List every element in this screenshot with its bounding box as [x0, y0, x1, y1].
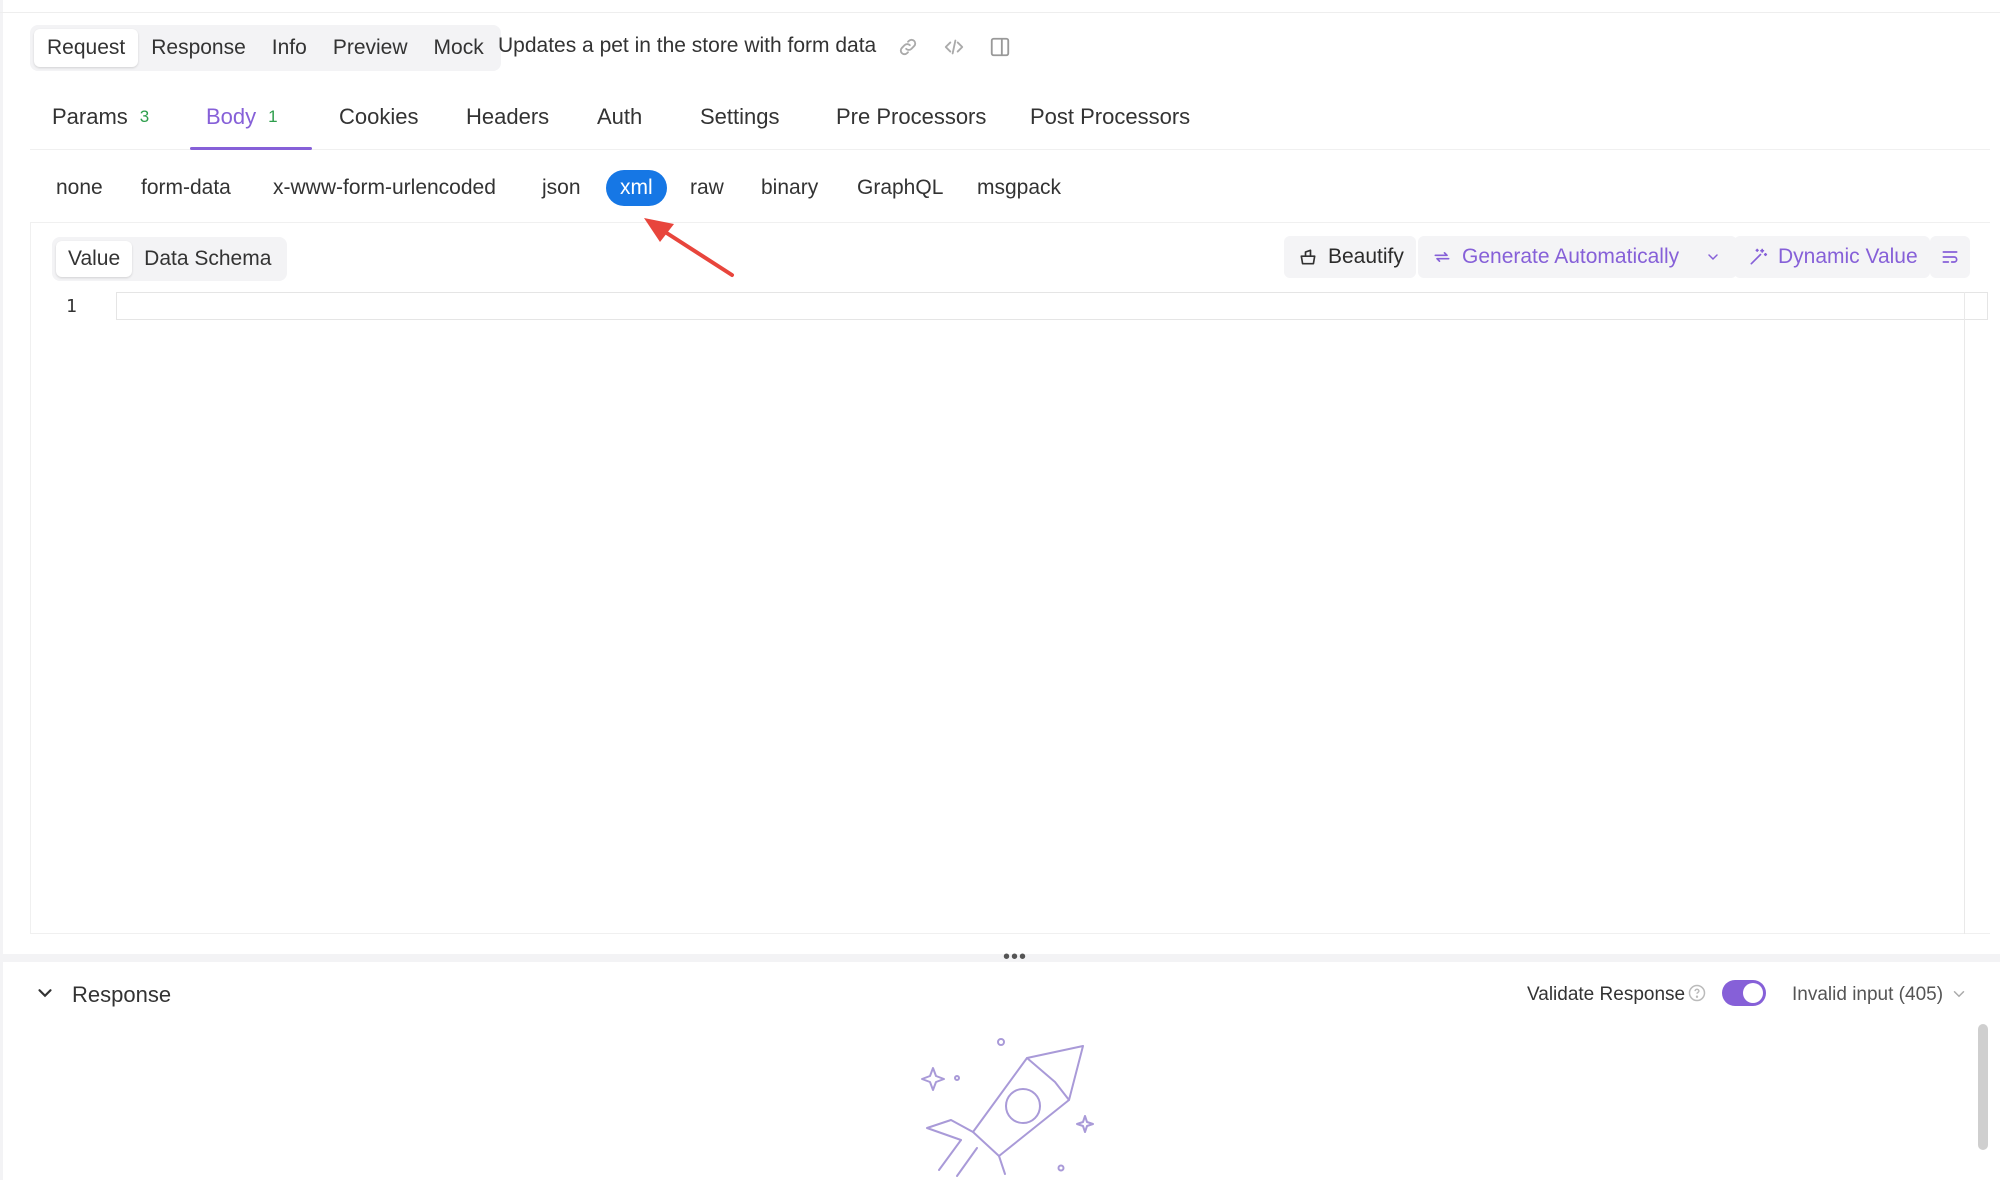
wrap-lines-icon: [1938, 245, 1962, 269]
code-icon[interactable]: [941, 34, 967, 60]
refresh-icon: [1430, 245, 1454, 269]
wrap-lines-button[interactable]: [1930, 236, 1970, 278]
mode-preview[interactable]: Preview: [320, 29, 421, 67]
body-type-json[interactable]: json: [542, 170, 581, 206]
generate-label: Generate Automatically: [1462, 245, 1680, 268]
dynamic-value-label: Dynamic Value: [1778, 245, 1918, 268]
validate-response-toggle[interactable]: [1722, 980, 1766, 1006]
magic-wand-icon: [1746, 245, 1770, 269]
mode-response[interactable]: Response: [138, 29, 259, 67]
value-tab[interactable]: Value: [56, 241, 133, 277]
help-icon[interactable]: [1688, 984, 1706, 1002]
body-type-binary[interactable]: binary: [761, 170, 818, 206]
tab-pre-processors[interactable]: Pre Processors: [836, 98, 986, 150]
tab-body[interactable]: Body 1: [206, 98, 278, 150]
top-divider: [0, 12, 2000, 13]
broom-icon: [1296, 245, 1320, 269]
line-number: 1: [66, 296, 77, 317]
link-icon[interactable]: [895, 34, 921, 60]
generate-automatically-button[interactable]: Generate Automatically: [1418, 236, 1738, 278]
body-type-msgpack[interactable]: msgpack: [977, 170, 1061, 206]
response-title: Response: [72, 982, 172, 1007]
data-schema-tab[interactable]: Data Schema: [132, 241, 283, 277]
toggle-knob: [1743, 983, 1763, 1003]
body-editor-panel: [30, 222, 1990, 934]
tab-headers[interactable]: Headers: [466, 98, 549, 150]
beautify-label: Beautify: [1328, 245, 1404, 268]
app-window: Request Response Info Preview Mock Updat…: [0, 0, 2000, 1180]
dynamic-value-button[interactable]: Dynamic Value: [1734, 236, 1930, 278]
split-view-icon[interactable]: [987, 34, 1013, 60]
tab-params[interactable]: Params 3: [52, 98, 149, 150]
code-editor-line[interactable]: [116, 292, 1988, 320]
tab-badge: 1: [268, 107, 278, 126]
body-type-graphql[interactable]: GraphQL: [857, 170, 943, 206]
validate-response-label: Validate Response: [1527, 984, 1686, 1005]
tab-badge: 3: [139, 107, 150, 126]
active-tab-indicator: [190, 147, 312, 150]
panel-splitter[interactable]: [0, 954, 2000, 962]
title-actions: [895, 34, 1013, 60]
endpoint-title: Updates a pet in the store with form dat…: [498, 34, 877, 57]
chevron-down-icon[interactable]: [1950, 985, 1970, 1005]
tab-post-processors[interactable]: Post Processors: [1030, 98, 1190, 150]
left-edge: [0, 0, 3, 1180]
rocket-icon: [921, 1038, 1094, 1177]
tab-label: Body: [206, 104, 257, 129]
body-type-form-data[interactable]: form-data: [141, 170, 231, 206]
request-tabs: Params 3 Body 1 Cookies Headers Auth Set…: [30, 98, 1990, 150]
collapse-response-icon[interactable]: [34, 982, 56, 1004]
body-type-urlencoded[interactable]: x-www-form-urlencoded: [273, 170, 496, 206]
tab-cookies[interactable]: Cookies: [339, 98, 418, 150]
mode-request[interactable]: Request: [34, 29, 139, 67]
mode-switcher: Request Response Info Preview Mock: [30, 25, 501, 71]
response-status-select[interactable]: Invalid input (405): [1792, 984, 1943, 1006]
body-type-xml[interactable]: xml: [606, 170, 667, 206]
body-type-raw[interactable]: raw: [690, 170, 724, 206]
body-type-none[interactable]: none: [56, 170, 103, 206]
response-scrollbar[interactable]: [1978, 1024, 1988, 1150]
editor-scroll-gutter: [1964, 292, 1965, 934]
beautify-button[interactable]: Beautify: [1284, 236, 1416, 278]
chevron-down-icon[interactable]: [1701, 245, 1725, 269]
tab-label: Params: [52, 104, 128, 129]
tab-auth[interactable]: Auth: [597, 98, 642, 150]
mode-mock[interactable]: Mock: [421, 29, 497, 67]
tab-settings[interactable]: Settings: [700, 98, 780, 150]
splitter-handle[interactable]: •••: [1003, 947, 1027, 967]
mode-info[interactable]: Info: [259, 29, 320, 67]
annotation-arrow-icon: [644, 218, 734, 277]
value-schema-switcher: Value Data Schema: [52, 237, 288, 281]
